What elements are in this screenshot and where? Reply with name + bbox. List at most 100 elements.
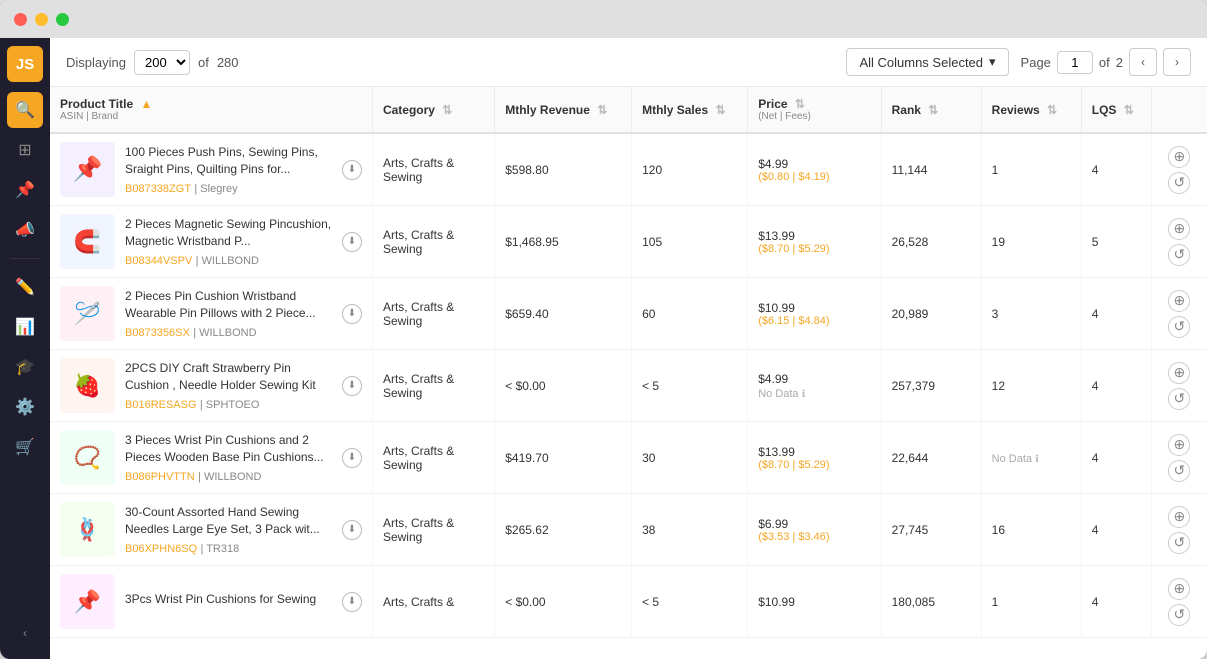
product-image: [60, 574, 115, 629]
sidebar-item-settings[interactable]: ⚙️: [7, 389, 43, 425]
price-value: $4.99: [758, 372, 870, 386]
add-to-list-button[interactable]: ⊕: [1168, 146, 1190, 168]
sales-value: < 5: [642, 595, 659, 609]
refresh-button[interactable]: ↺: [1168, 244, 1190, 266]
refresh-button[interactable]: ↺: [1168, 460, 1190, 482]
sidebar-item-cart[interactable]: 🛒: [7, 429, 43, 465]
product-brand: | WILLBOND: [193, 327, 256, 339]
refresh-button[interactable]: ↺: [1168, 172, 1190, 194]
total-count: 280: [217, 55, 239, 70]
lqs-value: 4: [1092, 379, 1099, 393]
product-action-icon[interactable]: ⬇: [342, 520, 362, 540]
rank-value: 257,379: [892, 379, 935, 393]
lqs-cell: 4: [1081, 133, 1151, 206]
product-action-icon[interactable]: ⬇: [342, 448, 362, 468]
product-info: 2 Pieces Magnetic Sewing Pincushion, Mag…: [125, 216, 332, 268]
sales-value: < 5: [642, 379, 659, 393]
sales-cell: 105: [632, 206, 748, 278]
product-asin[interactable]: B016RESASG: [125, 399, 197, 411]
price-fees: ($6.15 | $4.84): [758, 315, 870, 327]
app-body: JS 🔍 ⊞ 📌 📣 ✏️ 📊 🎓 ⚙️ 🛒 ‹ Displaying 200: [0, 38, 1207, 659]
th-price[interactable]: Price ⇅ (Net | Fees): [748, 87, 881, 133]
app-logo: JS: [7, 46, 43, 82]
refresh-button[interactable]: ↺: [1168, 388, 1190, 410]
rank-value: 11,144: [892, 163, 928, 177]
product-action-icon[interactable]: ⬇: [342, 376, 362, 396]
th-category[interactable]: Category ⇅: [372, 87, 494, 133]
sidebar-item-analytics[interactable]: 📊: [7, 309, 43, 345]
page-number-input[interactable]: [1057, 51, 1093, 74]
products-table: Product Title ▲ ASIN | Brand Category ⇅ …: [50, 87, 1207, 638]
close-button[interactable]: [14, 13, 27, 26]
sidebar-item-training[interactable]: 🎓: [7, 349, 43, 385]
refresh-button[interactable]: ↺: [1168, 604, 1190, 626]
page-size-select[interactable]: 200 100 50: [134, 50, 190, 75]
product-action-icon[interactable]: ⬇: [342, 160, 362, 180]
product-action-icon[interactable]: ⬇: [342, 304, 362, 324]
revenue-cell: $1,468.95: [495, 206, 632, 278]
price-fees: ($0.80 | $4.19): [758, 171, 870, 183]
minimize-button[interactable]: [35, 13, 48, 26]
lqs-cell: 4: [1081, 494, 1151, 566]
sales-value: 30: [642, 451, 655, 465]
add-to-list-button[interactable]: ⊕: [1168, 434, 1190, 456]
prev-page-button[interactable]: ‹: [1129, 48, 1157, 76]
th-lqs[interactable]: LQS ⇅: [1081, 87, 1151, 133]
table-row: 30-Count Assorted Hand Sewing Needles La…: [50, 494, 1207, 566]
price-value: $13.99: [758, 445, 870, 459]
product-asin[interactable]: B0873356SX: [125, 327, 190, 339]
reviews-value: 3: [992, 307, 999, 321]
titlebar: [0, 0, 1207, 38]
columns-select-button[interactable]: All Columns Selected ▾: [846, 48, 1008, 76]
maximize-button[interactable]: [56, 13, 69, 26]
add-to-list-button[interactable]: ⊕: [1168, 290, 1190, 312]
table-row: 2 Pieces Pin Cushion Wristband Wearable …: [50, 278, 1207, 350]
action-buttons: ⊕ ↺: [1162, 578, 1197, 626]
displaying-label: Displaying: [66, 55, 126, 70]
sidebar-item-dashboard[interactable]: ⊞: [7, 132, 43, 168]
sidebar-item-pins[interactable]: 📌: [7, 172, 43, 208]
category-value: Arts, Crafts & Sewing: [383, 444, 454, 472]
refresh-button[interactable]: ↺: [1168, 316, 1190, 338]
sidebar-collapse-arrow[interactable]: ‹: [7, 615, 43, 651]
price-cell: $4.99($0.80 | $4.19): [748, 133, 881, 206]
th-product[interactable]: Product Title ▲ ASIN | Brand: [50, 87, 372, 133]
th-sales[interactable]: Mthly Sales ⇅: [632, 87, 748, 133]
th-rank[interactable]: Rank ⇅: [881, 87, 981, 133]
reviews-value: 1: [992, 595, 999, 609]
action-buttons: ⊕ ↺: [1162, 146, 1197, 194]
product-asin[interactable]: B087338ZGT: [125, 183, 191, 195]
sidebar-item-search[interactable]: 🔍: [7, 92, 43, 128]
refresh-button[interactable]: ↺: [1168, 532, 1190, 554]
add-to-list-button[interactable]: ⊕: [1168, 362, 1190, 384]
product-asin[interactable]: B06XPHN6SQ: [125, 543, 197, 555]
table-body: 100 Pieces Push Pins, Sewing Pins, Sraig…: [50, 133, 1207, 638]
product-asin[interactable]: B086PHVTTN: [125, 471, 195, 483]
th-reviews[interactable]: Reviews ⇅: [981, 87, 1081, 133]
product-asin[interactable]: B08344VSPV: [125, 255, 192, 267]
product-cell-inner: 2PCS DIY Craft Strawberry Pin Cushion , …: [60, 358, 362, 413]
add-to-list-button[interactable]: ⊕: [1168, 506, 1190, 528]
sidebar-item-alerts[interactable]: 📣: [7, 212, 43, 248]
sales-value: 60: [642, 307, 655, 321]
add-to-list-button[interactable]: ⊕: [1168, 578, 1190, 600]
product-info: 2PCS DIY Craft Strawberry Pin Cushion , …: [125, 360, 332, 412]
app-window: JS 🔍 ⊞ 📌 📣 ✏️ 📊 🎓 ⚙️ 🛒 ‹ Displaying 200: [0, 0, 1207, 659]
table-row: 3 Pieces Wrist Pin Cushions and 2 Pieces…: [50, 422, 1207, 494]
toolbar-right: All Columns Selected ▾ Page of 2 ‹ ›: [846, 48, 1191, 76]
table-row: 100 Pieces Push Pins, Sewing Pins, Sraig…: [50, 133, 1207, 206]
product-action-icon[interactable]: ⬇: [342, 592, 362, 612]
next-page-button[interactable]: ›: [1163, 48, 1191, 76]
sidebar-item-edit[interactable]: ✏️: [7, 269, 43, 305]
product-action-icon[interactable]: ⬇: [342, 232, 362, 252]
sidebar: JS 🔍 ⊞ 📌 📣 ✏️ 📊 🎓 ⚙️ 🛒 ‹: [0, 38, 50, 659]
category-cell: Arts, Crafts & Sewing: [372, 133, 494, 206]
product-cell: 100 Pieces Push Pins, Sewing Pins, Sraig…: [50, 133, 372, 206]
table-container[interactable]: Product Title ▲ ASIN | Brand Category ⇅ …: [50, 87, 1207, 659]
revenue-value: $598.80: [505, 163, 548, 177]
add-to-list-button[interactable]: ⊕: [1168, 218, 1190, 240]
total-pages: 2: [1116, 55, 1123, 70]
th-revenue[interactable]: Mthly Revenue ⇅: [495, 87, 632, 133]
action-buttons: ⊕ ↺: [1162, 434, 1197, 482]
price-fees: ($3.53 | $3.46): [758, 531, 870, 543]
